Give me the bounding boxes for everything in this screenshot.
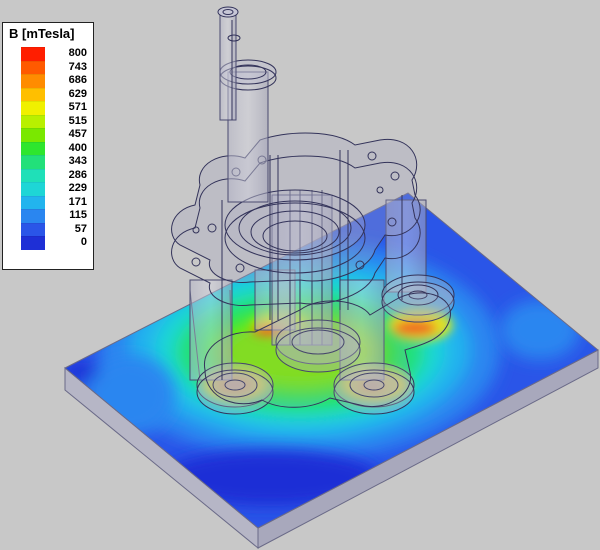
legend-value-label: 286 [68,168,87,181]
legend-swatch [21,155,45,169]
legend-color-bar [21,47,45,250]
legend-value-label: 743 [68,60,87,73]
legend-swatch [21,182,45,196]
legend-value-label: 171 [68,195,87,208]
legend-value-label: 0 [80,236,87,248]
legend-swatch [21,195,45,209]
legend-swatch [21,60,45,74]
legend-value-label: 629 [68,87,87,100]
legend-value-label: 57 [74,222,87,235]
legend-value-label: 115 [69,209,87,221]
legend-swatch [21,222,45,236]
legend-value-label: 800 [68,47,87,59]
legend-title: B [mTesla] [9,26,75,41]
legend-value-label: 457 [68,128,87,140]
color-legend: B [mTesla] 800 743 686 629 571 515 457 400 343 28… [2,22,94,270]
legend-swatch [21,168,45,182]
legend-swatch [21,87,45,101]
legend-swatch [21,47,45,61]
legend-value-label: 686 [68,74,87,86]
legend-swatch [21,114,45,128]
legend-value-label: 571 [68,101,87,113]
legend-swatch [21,128,45,142]
legend-swatch [21,209,45,223]
legend-value-label: 400 [68,141,87,154]
legend-swatch [21,74,45,88]
legend-value-label: 229 [68,182,87,194]
legend-value-label: 515 [68,114,87,127]
legend-swatch [21,236,45,250]
legend-swatch [21,141,45,155]
legend-swatch [21,101,45,115]
legend-value-label: 343 [68,155,87,167]
legend-value-labels: 800 743 686 629 571 515 457 400 343 286 229 171 115 5… [51,47,91,250]
